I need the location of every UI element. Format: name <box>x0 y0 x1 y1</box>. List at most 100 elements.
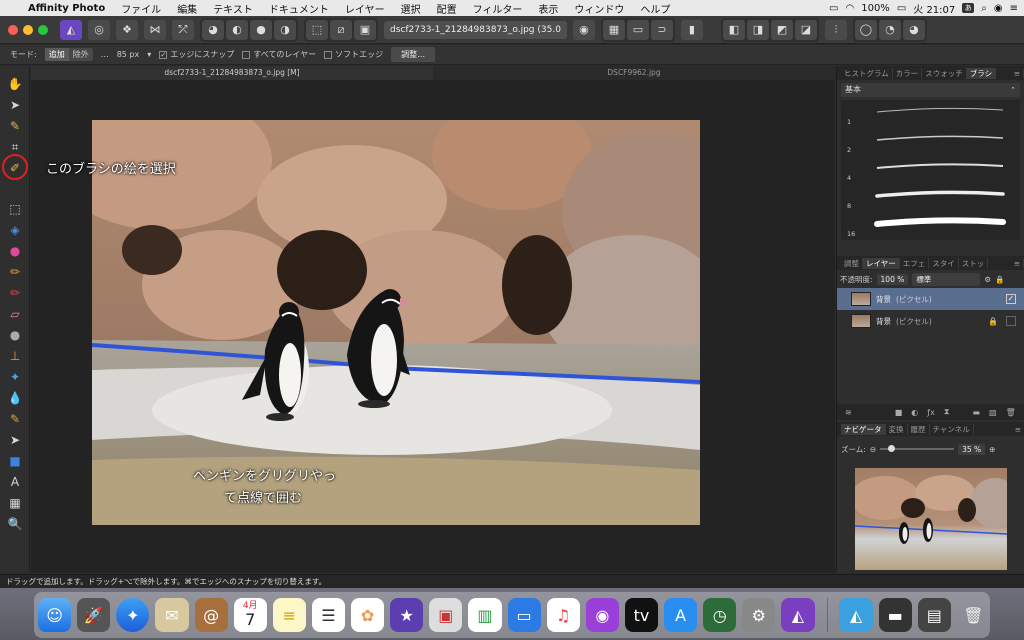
brush-category-dropdown[interactable]: 基本 <box>841 83 1020 97</box>
numbers-icon[interactable]: ▥ <box>468 598 502 632</box>
tab-brushes[interactable]: ブラシ <box>966 67 997 79</box>
system-preferences-icon[interactable]: ⚙ <box>742 598 776 632</box>
tab-document-other[interactable]: DSCF9962.jpg <box>433 66 835 80</box>
affinity-designer-icon[interactable]: ◭ <box>839 598 873 632</box>
menu-view[interactable]: 表示 <box>530 1 566 16</box>
tab-styles[interactable]: スタイ <box>929 257 959 269</box>
mode-add-button[interactable]: 追加 <box>44 48 69 61</box>
arrange-backward-icon[interactable]: ◪ <box>794 19 817 40</box>
panel-menu-icon[interactable]: ≡ <box>1012 424 1024 434</box>
select-marquee-icon[interactable]: ⬚ <box>306 19 328 40</box>
add-group-icon[interactable]: ▬ <box>972 408 980 417</box>
podcasts-icon[interactable]: ◉ <box>585 598 619 632</box>
align-icon[interactable]: ⫶ <box>824 19 847 40</box>
music-icon[interactable]: ♫ <box>546 598 580 632</box>
menu-document[interactable]: ドキュメント <box>261 1 337 16</box>
input-method-icon[interactable]: あ <box>962 3 975 13</box>
zoom-in-icon[interactable]: ⊕ <box>989 445 995 454</box>
menu-window[interactable]: ウィンドウ <box>566 1 632 16</box>
brush-item-8[interactable]: 8 <box>841 184 1011 212</box>
contacts-icon[interactable]: @ <box>194 598 228 632</box>
auto-levels-icon[interactable]: ◕ <box>202 19 224 40</box>
auto-contrast-icon[interactable]: ◐ <box>226 19 248 40</box>
tv-icon[interactable]: tv <box>624 598 658 632</box>
layer-stack-icon[interactable]: ≋ <box>845 408 852 417</box>
layer-row[interactable]: 背景 (ピクセル) 🔒 <box>837 310 1024 332</box>
invert-selection-icon[interactable]: ▣ <box>354 19 376 40</box>
deselect-icon[interactable]: ⧄ <box>330 19 352 40</box>
mask-layer-icon[interactable]: ■ <box>895 408 903 417</box>
layer-settings-icon[interactable]: ⚙ <box>984 275 991 284</box>
flood-fill-tool-icon[interactable]: ◈ <box>7 222 23 238</box>
zoom-tool-icon[interactable]: 🔍 <box>7 516 23 532</box>
brush-item-16[interactable]: 16 <box>841 212 1011 240</box>
snap-edges-option[interactable]: ✓ エッジにスナップ <box>159 49 234 60</box>
zoom-out-icon[interactable]: ⊖ <box>870 445 876 454</box>
close-window-icon[interactable] <box>8 24 18 35</box>
tab-histogram[interactable]: ヒストグラム <box>841 67 893 79</box>
arrange-forward-icon[interactable]: ◩ <box>770 19 793 40</box>
menu-help[interactable]: ヘルプ <box>632 1 678 16</box>
layer-lock-icon[interactable]: 🔒 <box>988 317 998 326</box>
menu-arrange[interactable]: 配置 <box>429 1 465 16</box>
tab-transform[interactable]: 変換 <box>886 423 908 435</box>
export-persona-icon[interactable]: ⤱ <box>172 19 194 40</box>
siri-icon[interactable]: ◉ <box>994 3 1003 14</box>
delete-layer-icon[interactable]: 🗑 <box>1006 408 1016 417</box>
width-dropdown-icon[interactable]: ▾ <box>147 50 151 59</box>
navigator-preview[interactable] <box>850 468 1020 570</box>
tab-document-active[interactable]: dscf2733-1_21284983873_o.jpg [M] <box>31 66 433 80</box>
finder-icon[interactable]: ☺ <box>38 598 72 632</box>
clone-tool-icon[interactable]: ⊥ <box>7 348 23 364</box>
brush-width-field[interactable]: 85 px <box>117 50 140 59</box>
trash-icon[interactable]: 🗑 <box>957 598 990 632</box>
zoom-window-icon[interactable] <box>38 24 48 35</box>
assistant-icon[interactable]: ▮ <box>680 19 703 40</box>
snapping-icon[interactable]: ⊃ <box>650 19 673 40</box>
lock-icon[interactable]: 🔒 <box>995 275 1004 284</box>
tab-color[interactable]: カラー <box>893 67 923 79</box>
soft-edge-checkbox[interactable] <box>324 50 333 59</box>
menu-edit[interactable]: 編集 <box>169 1 205 16</box>
liquify-persona-icon[interactable]: ◎ <box>88 19 110 40</box>
screenshot-thumbnail-icon[interactable]: ▬ <box>878 598 912 632</box>
tone-mapping-persona-icon[interactable]: ⋈ <box>144 19 166 40</box>
hand-tool-icon[interactable]: ✋ <box>7 76 23 92</box>
blend-mode-dropdown[interactable]: 標準 <box>912 272 981 286</box>
auto-colors-icon[interactable]: ● <box>250 19 272 40</box>
reminders-icon[interactable]: ☰ <box>311 598 345 632</box>
document-selector[interactable]: dscf2733-1_21284983873_o.jpg (35.0 <box>384 20 567 39</box>
panel-menu-icon[interactable]: ≡ <box>1011 258 1024 268</box>
tab-swatches[interactable]: スウォッチ <box>922 67 967 79</box>
tab-layers[interactable]: レイヤー <box>863 257 900 269</box>
auto-white-balance-icon[interactable]: ◑ <box>274 19 296 40</box>
color-picker-tool-icon[interactable]: ✎ <box>7 118 23 134</box>
tab-channels[interactable]: チャンネル <box>930 423 974 435</box>
layer-row[interactable]: 背景 (ピクセル) ✓ <box>837 288 1024 310</box>
move-tool-icon[interactable]: ➤ <box>7 97 23 113</box>
wifi-icon[interactable]: ◠ <box>845 3 854 14</box>
menu-layer[interactable]: レイヤー <box>337 1 393 16</box>
tab-adjustments[interactable]: 調整 <box>841 257 863 269</box>
spotlight-icon[interactable]: ⌕ <box>981 3 987 14</box>
develop-persona-icon[interactable]: ❖ <box>116 19 138 40</box>
canvas-area[interactable]: このブラシの絵を選択 ペンギンをグリグリやっ て点線で囲む <box>31 80 835 573</box>
zoom-slider-handle[interactable] <box>888 445 896 452</box>
penguin-photo[interactable] <box>92 120 700 525</box>
zoom-value-field[interactable]: 35 % <box>958 443 986 455</box>
mode-dropdown-icon[interactable]: ◉ <box>572 19 595 40</box>
mesh-warp-tool-icon[interactable]: ▦ <box>7 495 23 511</box>
affinity-photo-icon[interactable]: ◭ <box>781 598 815 632</box>
mail-icon[interactable]: ✉ <box>155 598 189 632</box>
erase-tool-icon[interactable]: ▱ <box>7 306 23 322</box>
all-layers-option[interactable]: すべてのレイヤー <box>242 49 316 60</box>
airplay-icon[interactable]: ▭ <box>829 3 838 14</box>
preview-icon[interactable]: ▣ <box>429 598 463 632</box>
dodge-tool-icon[interactable]: ● <box>7 327 23 343</box>
mode-subtract-button[interactable]: 除外 <box>69 48 93 61</box>
menu-text[interactable]: テキスト <box>205 1 261 16</box>
intersect-shape-icon[interactable]: ◕ <box>902 19 925 40</box>
tab-history[interactable]: 履歴 <box>908 423 930 435</box>
keynote-icon[interactable]: ▭ <box>507 598 541 632</box>
arrange-front-icon[interactable]: ◨ <box>746 19 769 40</box>
